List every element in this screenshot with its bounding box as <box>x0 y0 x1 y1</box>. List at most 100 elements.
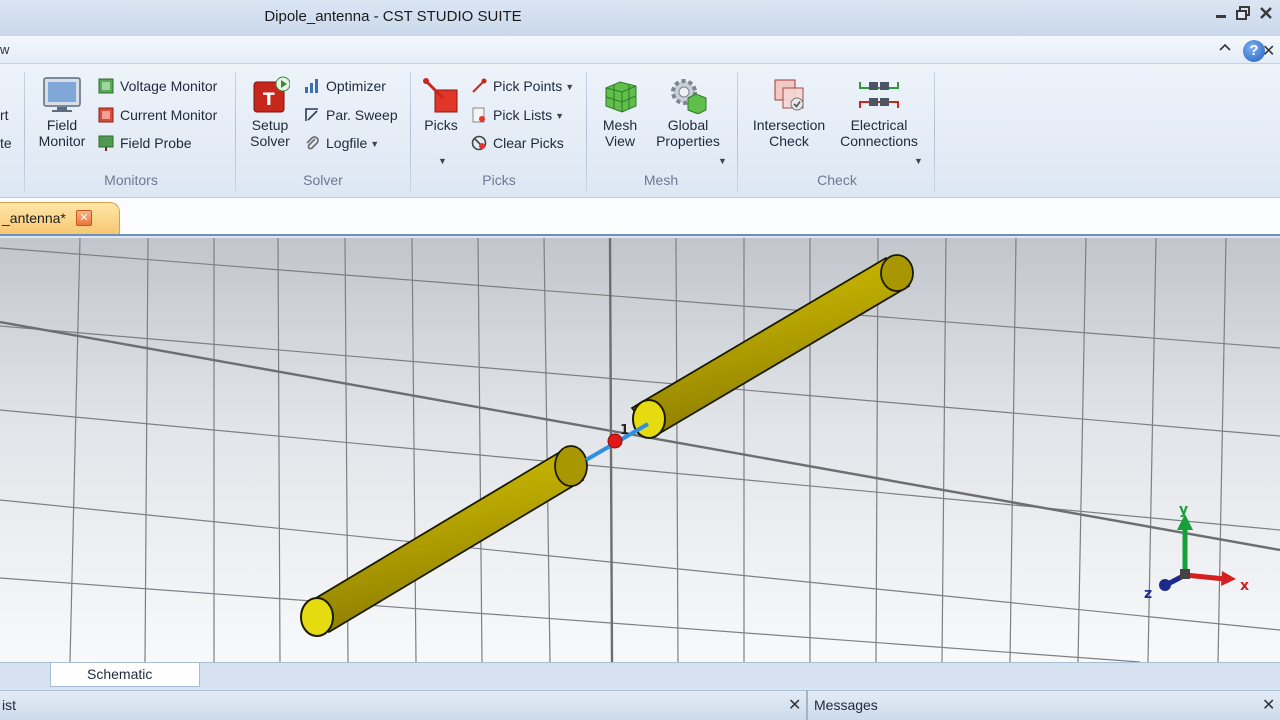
par-sweep-label: Par. Sweep <box>326 107 398 123</box>
axis-lines <box>0 238 1280 662</box>
intersection-check-label: Intersection Check <box>752 117 826 149</box>
dipole-lower-arm[interactable] <box>300 445 588 637</box>
z-axis-label: z <box>1144 586 1152 602</box>
document-tab-label: _antenna* <box>2 210 66 226</box>
axis-triad[interactable]: y x z <box>1144 502 1249 602</box>
solver-group-label: Solver <box>303 172 343 188</box>
grid <box>0 238 1280 662</box>
close-messages-icon[interactable]: ✕ <box>1262 695 1275 715</box>
field-probe-label: Field Probe <box>120 135 192 151</box>
panel-header-bar <box>0 690 1280 720</box>
current-monitor-icon <box>98 107 114 123</box>
field-monitor-icon <box>43 77 81 112</box>
paperclip-icon <box>306 136 319 150</box>
clear-picks-label: Clear Picks <box>493 135 564 151</box>
global-properties-label: Global Properties <box>656 117 720 149</box>
group-separator <box>586 72 587 192</box>
picks-button[interactable]: Picks <box>416 76 466 133</box>
viewport-canvas[interactable]: 1 y x z <box>0 238 1280 662</box>
optimizer-icon <box>305 79 318 94</box>
optimizer-button[interactable]: Optimizer <box>304 75 386 97</box>
close-window-icon[interactable] <box>1258 6 1274 22</box>
group-separator <box>410 72 411 192</box>
field-probe-icon <box>98 135 114 152</box>
picks-label: Picks <box>424 117 458 133</box>
ribbon-fragment-2[interactable]: te <box>0 135 12 151</box>
current-monitor-button[interactable]: Current Monitor <box>98 104 217 126</box>
gear-icon <box>671 79 707 115</box>
pick-points-button[interactable]: Pick Points ▼ <box>471 75 574 97</box>
field-monitor-button[interactable]: Field Monitor <box>34 76 90 149</box>
minimize-icon[interactable] <box>1213 6 1229 22</box>
global-properties-dropdown-icon[interactable]: ▼ <box>718 156 727 166</box>
picks-group-label: Picks <box>482 172 516 188</box>
dropdown-arrow-icon: ▼ <box>555 111 565 122</box>
clear-picks-button[interactable]: Clear Picks <box>471 132 564 154</box>
picks-icon <box>423 78 458 113</box>
pick-lists-label: Pick Lists <box>493 107 553 123</box>
logfile-label: Logfile <box>326 135 368 151</box>
panel-divider[interactable] <box>806 690 808 720</box>
tab-schematic[interactable]: Schematic <box>50 663 200 687</box>
voltage-monitor-icon <box>98 78 114 94</box>
logfile-button[interactable]: Logfile ▼ <box>304 132 379 154</box>
svg-text:T: T <box>263 90 275 110</box>
restore-icon[interactable] <box>1235 6 1251 22</box>
setup-solver-label: Setup Solver <box>250 117 290 149</box>
electrical-connections-icon <box>859 82 899 108</box>
global-properties-button[interactable]: Global Properties <box>650 76 726 149</box>
group-separator <box>737 72 738 192</box>
group-separator <box>934 72 935 192</box>
close-tab-icon[interactable]: ✕ <box>76 210 92 226</box>
clear-picks-icon <box>471 135 487 151</box>
par-sweep-button[interactable]: Par. Sweep <box>304 104 398 126</box>
ribbon-fragment-1[interactable]: rt <box>0 107 9 123</box>
close-panel-icon[interactable]: ✕ <box>788 695 801 715</box>
electrical-connections-dropdown-icon[interactable]: ▼ <box>914 156 923 166</box>
port-number-label: 1 <box>620 423 629 438</box>
window-title: Dipole_antenna - CST STUDIO SUITE <box>264 8 522 25</box>
monitors-group-label: Monitors <box>104 172 158 188</box>
optimizer-label: Optimizer <box>326 78 386 94</box>
pick-lists-icon <box>472 107 485 123</box>
intersection-check-button[interactable]: Intersection Check <box>746 76 832 149</box>
voltage-monitor-label: Voltage Monitor <box>120 78 218 94</box>
group-separator <box>235 72 236 192</box>
y-axis-label: y <box>1179 502 1188 518</box>
collapse-ribbon-icon[interactable] <box>1219 42 1231 55</box>
pick-points-label: Pick Points <box>493 78 563 94</box>
electrical-connections-button[interactable]: Electrical Connections <box>836 76 922 149</box>
ribbon: rt te Field Monitor Voltage Monitor Curr… <box>0 64 1280 198</box>
pick-lists-button[interactable]: Pick Lists ▼ <box>471 104 564 126</box>
dipole-upper-arm[interactable] <box>630 254 914 439</box>
intersection-check-icon <box>774 79 804 111</box>
dropdown-arrow-icon: ▼ <box>565 82 575 93</box>
setup-solver-icon: T <box>253 76 291 113</box>
mesh-view-icon <box>605 81 637 113</box>
setup-solver-button[interactable]: T Setup Solver <box>244 76 296 149</box>
x-axis-label: x <box>1240 578 1249 594</box>
document-tab-dipole-antenna[interactable]: _antenna* ✕ <box>0 202 120 234</box>
menu-bar: w <box>0 36 1280 64</box>
view-tab-strip: Schematic <box>0 662 1280 688</box>
check-group-label: Check <box>817 172 857 188</box>
group-separator <box>24 72 25 192</box>
close-ribbon-icon[interactable]: ✕ <box>1262 41 1275 61</box>
3d-viewport[interactable]: 1 y x z <box>0 238 1280 662</box>
voltage-monitor-button[interactable]: Voltage Monitor <box>98 75 217 97</box>
pick-points-icon <box>472 78 487 94</box>
menu-item-view[interactable]: w <box>0 42 9 57</box>
par-sweep-icon <box>305 108 318 122</box>
mesh-view-button[interactable]: Mesh View <box>594 76 646 149</box>
dropdown-arrow-icon: ▼ <box>370 139 380 150</box>
document-tab-strip: _antenna* ✕ <box>0 198 1280 236</box>
picks-dropdown-icon[interactable]: ▼ <box>438 156 447 166</box>
panel-title-messages[interactable]: Messages <box>814 697 878 713</box>
mesh-group-label: Mesh <box>643 172 679 188</box>
field-probe-button[interactable]: Field Probe <box>98 132 192 154</box>
electrical-connections-label: Electrical Connections <box>840 117 918 149</box>
panel-title-list[interactable]: ist <box>2 697 16 713</box>
mesh-view-label: Mesh View <box>602 117 638 149</box>
field-monitor-label: Field Monitor <box>38 117 86 149</box>
title-bar: Dipole_antenna - CST STUDIO SUITE <box>0 0 1280 36</box>
